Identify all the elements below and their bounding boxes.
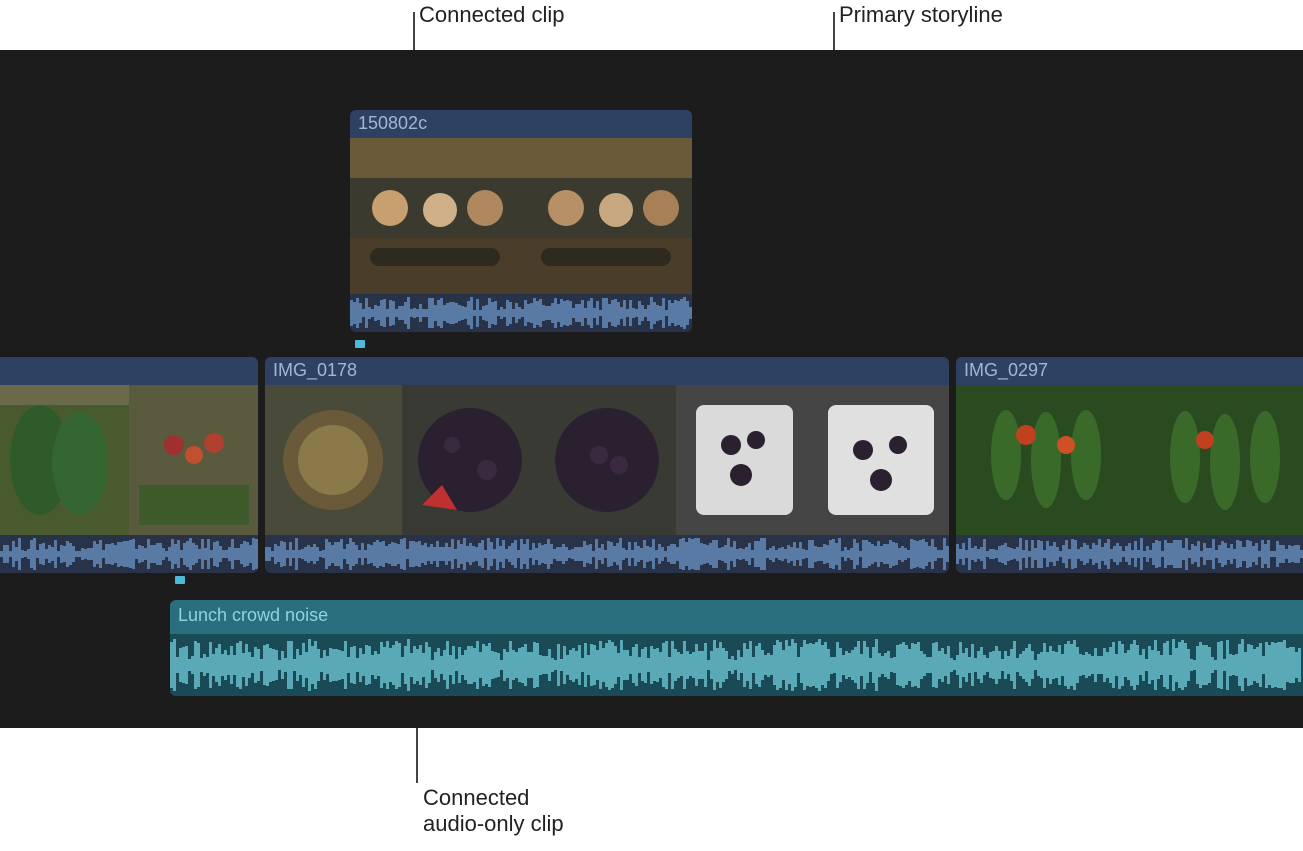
clip-label: IMG_0297 — [956, 357, 1303, 385]
annotation-line-1: Connected — [423, 785, 564, 811]
connection-stub — [175, 576, 185, 584]
thumbnail-frame — [676, 385, 813, 535]
connected-clip[interactable]: 150802c — [350, 110, 692, 332]
annotation-audio-only-clip: Connected audio-only clip — [423, 785, 564, 837]
clip-audio-track — [265, 535, 949, 573]
thumbnail-frame — [521, 138, 692, 294]
clip-thumbstrip — [350, 138, 692, 294]
clip-thumbstrip — [956, 385, 1303, 535]
annotation-line-2: audio-only clip — [423, 811, 564, 837]
thumbnail-frame — [956, 385, 1130, 535]
thumbnail-frame — [1130, 385, 1303, 535]
annotation-connected-clip: Connected clip — [419, 2, 565, 28]
waveform — [350, 294, 692, 332]
primary-clip[interactable]: IMG_0297 — [956, 357, 1303, 573]
clip-label: Lunch crowd noise — [170, 600, 1303, 634]
thumbnail-frame — [402, 385, 539, 535]
clip-thumbstrip — [265, 385, 949, 535]
clip-audio-track — [956, 535, 1303, 573]
connection-stub — [355, 340, 365, 348]
clip-audio-track — [0, 535, 258, 573]
clip-audio-track — [170, 634, 1303, 696]
thumbnail-frame — [350, 138, 521, 294]
thumbnail-frame — [265, 385, 402, 535]
annotation-primary-storyline: Primary storyline — [839, 2, 1003, 28]
waveform — [0, 535, 258, 573]
primary-clip[interactable] — [0, 357, 258, 573]
thumbnail-frame — [813, 385, 949, 535]
thumbnail-frame — [539, 385, 676, 535]
clip-audio-track — [350, 294, 692, 332]
clip-label: 150802c — [350, 110, 692, 138]
thumbnail-frame — [129, 385, 258, 535]
waveform — [265, 535, 949, 573]
clip-label — [0, 357, 258, 385]
thumbnail-frame — [0, 385, 129, 535]
connected-audio-clip[interactable]: Lunch crowd noise — [170, 600, 1303, 696]
waveform — [956, 535, 1303, 573]
primary-clip[interactable]: IMG_0178 — [265, 357, 949, 573]
waveform — [170, 634, 1303, 696]
clip-thumbstrip — [0, 385, 258, 535]
clip-label: IMG_0178 — [265, 357, 949, 385]
